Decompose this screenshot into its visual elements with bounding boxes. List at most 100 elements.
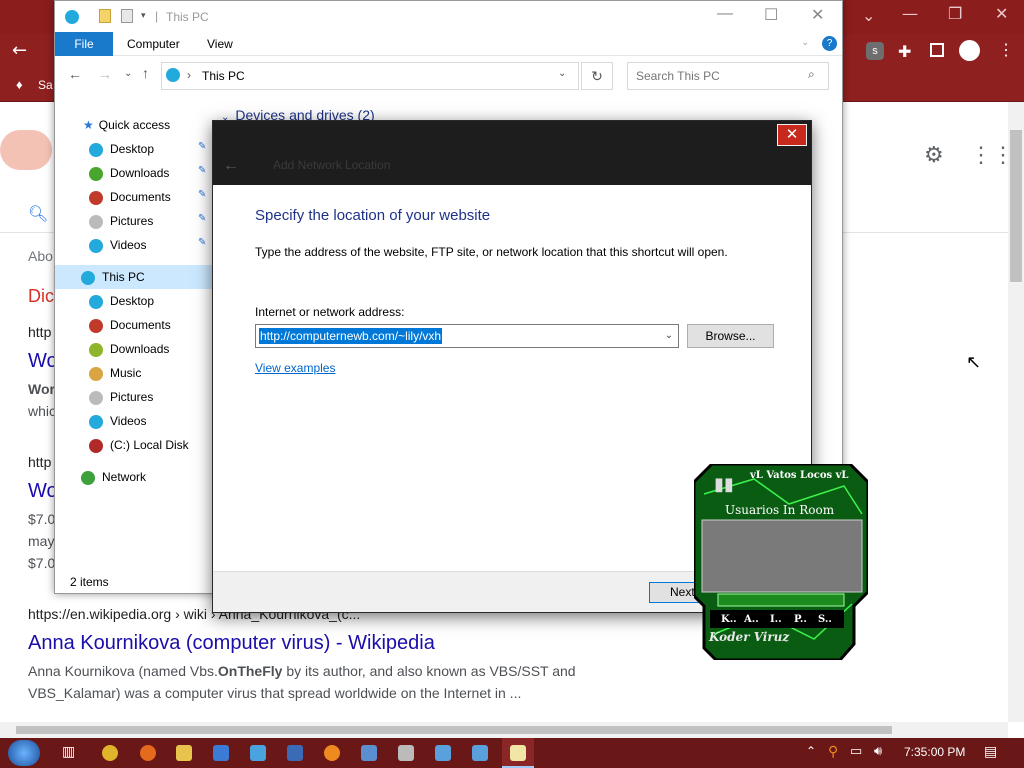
nav-this-pc[interactable]: This PC [81,265,145,289]
profile-avatar-icon[interactable] [959,40,980,61]
chrome-taskbar-icon[interactable] [102,745,118,761]
settings-gear-icon[interactable]: ⚙ [924,142,944,168]
widget-button[interactable]: K.. [721,614,737,625]
pin-icon[interactable]: ✎ [198,213,206,224]
chrome-restore-icon[interactable]: ❐ [948,4,962,23]
explorer-minimize-icon[interactable]: — [717,5,733,23]
nav-local-disk[interactable]: (C:) Local Disk [89,433,189,457]
explorer-close-icon[interactable]: ✕ [811,5,824,25]
search-tab-icon[interactable]: 🔍︎ [28,204,48,224]
explorer-maximize-icon[interactable]: ☐ [764,5,778,25]
chrome-back-icon[interactable]: ← [12,40,27,61]
quick-access-dropdown-icon[interactable]: ▾ [141,10,146,21]
app-taskbar-icon[interactable] [287,745,303,761]
widget-button[interactable]: I.. [770,614,782,625]
network-address-input[interactable]: http://computernewb.com/~lily/vxh ⌄ [255,324,679,348]
widget-button[interactable]: A.. [744,614,759,625]
wiki-result-title[interactable]: Anna Kournikova (computer virus) - Wikip… [28,632,435,655]
task-view-icon[interactable]: ▥ [62,743,75,760]
dialog-close-button[interactable]: ✕ [777,124,807,146]
search-taskbar-icon[interactable] [324,745,340,761]
nav-pc-videos[interactable]: Videos [89,409,146,433]
back-arrow-icon[interactable]: ← [68,66,82,82]
app-taskbar-icon[interactable] [361,745,377,761]
address-bar[interactable]: › This PC ⌄ [161,62,579,90]
new-folder-icon[interactable] [121,9,133,23]
search-icon[interactable]: ⌕ [808,67,815,82]
result-dictionary[interactable]: Dic [28,286,54,307]
forward-arrow-icon[interactable]: → [98,66,112,82]
bookmark-item-icon[interactable]: ♦ [16,77,23,92]
app-taskbar-icon[interactable] [398,745,414,761]
network-address-value[interactable]: http://computernewb.com/~lily/vxh [259,328,443,344]
nav-pc-music[interactable]: Music [89,361,141,385]
ribbon-tab-computer[interactable]: Computer [127,32,180,56]
result-url[interactable]: http [28,454,51,470]
app-taskbar-icon[interactable] [250,745,266,761]
app-taskbar-icon[interactable] [213,745,229,761]
nav-desktop[interactable]: Desktop [89,137,154,161]
chrome-tab-search-icon[interactable]: ⌄ [862,6,875,25]
tray-search-icon[interactable]: ⚲ [828,743,838,760]
action-center-icon[interactable]: ▤ [984,743,997,760]
refresh-icon[interactable]: ↻ [581,62,613,90]
extension-s-icon[interactable]: s [866,42,884,60]
widget-footer: Koder Viruz [709,630,790,644]
nav-pc-pictures[interactable]: Pictures [89,385,153,409]
browse-button[interactable]: Browse... [687,324,774,348]
clock[interactable]: 7:35:00 PM [904,745,965,759]
pin-icon[interactable]: ✎ [198,141,206,152]
app-taskbar-icon[interactable] [472,745,488,761]
horizontal-scroll-thumb[interactable] [16,726,892,734]
pin-icon[interactable]: ✎ [198,237,206,248]
bookmark-item-label[interactable]: Sa [38,78,53,92]
nav-pc-desktop[interactable]: Desktop [89,289,154,313]
search-placeholder[interactable]: Search This PC [636,69,720,83]
desktop-icon [89,294,103,309]
chrome-close-icon[interactable]: ✕ [995,4,1008,23]
nav-pictures[interactable]: Pictures [89,209,153,233]
extensions-puzzle-icon[interactable]: ✚ [898,42,911,62]
pin-icon[interactable]: ✎ [198,189,206,200]
page-scroll-thumb[interactable] [1010,130,1022,282]
address-text[interactable]: This PC [202,69,245,83]
title-separator-icon: | [155,9,159,23]
widget-button[interactable]: S.. [818,614,832,625]
nav-documents[interactable]: Documents [89,185,171,209]
nav-quick-access[interactable]: ★ Quick access [83,113,170,137]
nav-pc-documents[interactable]: Documents [89,313,171,337]
result-url[interactable]: http [28,324,51,340]
active-app-taskbar-icon[interactable] [510,745,526,761]
address-dropdown-icon[interactable]: ⌄ [660,325,678,347]
properties-icon[interactable] [99,9,111,23]
google-doodle-logo[interactable] [0,130,52,170]
chrome-minimize-icon[interactable]: — [902,4,918,23]
help-icon[interactable]: ? [822,36,837,51]
recent-locations-icon[interactable]: ⌄ [124,68,132,79]
view-examples-link[interactable]: View examples [255,361,335,375]
firefox-taskbar-icon[interactable] [140,745,156,761]
chrome-menu-icon[interactable]: ⋮ [998,40,1014,60]
address-dropdown-icon[interactable]: ⌄ [558,68,566,79]
widget-button[interactable]: P.. [794,614,807,625]
mouse-cursor-icon: ↖ [966,352,982,372]
nav-pc-downloads[interactable]: Downloads [89,337,169,361]
pin-icon[interactable]: ✎ [198,165,206,176]
ribbon-tab-file[interactable]: File [55,32,113,56]
file-explorer-taskbar-icon[interactable] [176,745,192,761]
search-box[interactable]: Search This PC ⌕ [627,62,829,90]
volume-icon[interactable]: 🔊︎ [874,743,882,759]
network-tray-icon[interactable]: ▭ [850,743,862,759]
dialog-back-icon[interactable]: ← [223,157,239,175]
result-snippet: whic [28,403,57,419]
start-button-icon[interactable] [8,740,40,766]
nav-network[interactable]: Network [81,465,146,489]
ribbon-tab-view[interactable]: View [207,32,233,56]
show-hidden-icons-icon[interactable]: ⌃ [806,744,816,758]
up-arrow-icon[interactable]: ↑ [142,65,149,81]
app-taskbar-icon[interactable] [435,745,451,761]
ribbon-expand-icon[interactable]: ⌄ [801,37,809,48]
nav-downloads[interactable]: Downloads [89,161,169,185]
nav-videos[interactable]: Videos [89,233,146,257]
sidebar-icon[interactable] [930,43,944,57]
